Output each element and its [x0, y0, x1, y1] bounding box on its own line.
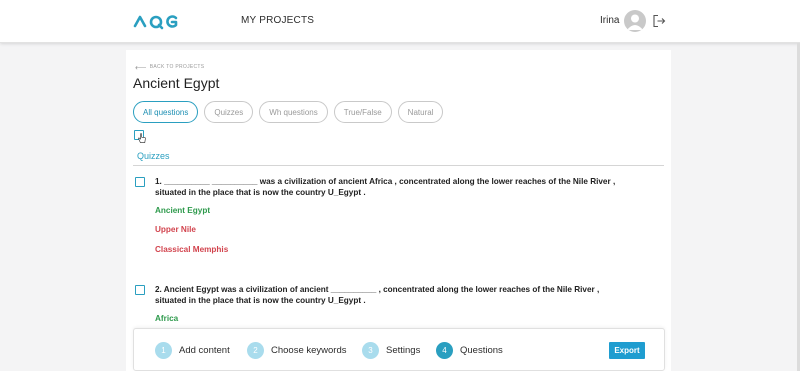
back-link-label: BACK TO PROJECTS — [149, 64, 205, 70]
filter-natural[interactable]: Natural — [397, 101, 444, 123]
filter-all-questions[interactable]: All questions — [133, 101, 199, 123]
filter-quizzes[interactable]: Quizzes — [204, 101, 254, 123]
question-2-line-1: 2. Ancient Egypt was a civilization of a… — [155, 285, 600, 294]
export-button[interactable]: Export — [609, 342, 645, 359]
question-1-line-2: situated in the place that is now the co… — [155, 188, 366, 197]
arrow-left-icon: ⟵ — [135, 62, 147, 72]
hand-cursor-icon — [138, 133, 146, 143]
question-1-text: 1. __________ __________ was a civilizat… — [155, 176, 665, 198]
section-label-quizzes: Quizzes — [137, 151, 170, 161]
question-1-line-1: 1. __________ __________ was a civilizat… — [155, 177, 616, 186]
step-questions[interactable]: 4 Questions — [436, 342, 503, 359]
step-label: Add content — [179, 345, 230, 356]
my-projects-link[interactable]: MY PROJECTS — [241, 15, 314, 26]
step-label: Settings — [386, 345, 421, 356]
step-settings[interactable]: 3 Settings — [362, 342, 420, 359]
question-2-checkbox[interactable] — [135, 285, 145, 295]
step-number: 1 — [155, 342, 172, 359]
logout-icon[interactable] — [652, 14, 666, 28]
user-icon — [627, 14, 643, 30]
filter-wh-questions[interactable]: Wh questions — [259, 101, 328, 123]
back-to-projects-link[interactable]: ⟵ BACK TO PROJECTS — [135, 62, 205, 72]
user-name: Irina — [600, 15, 620, 26]
step-add-content[interactable]: 1 Add content — [155, 342, 230, 359]
section-divider — [133, 165, 664, 166]
step-number: 3 — [362, 342, 379, 359]
page-title: Ancient Egypt — [133, 75, 220, 91]
step-number: 2 — [247, 342, 264, 359]
step-choose-keywords[interactable]: 2 Choose keywords — [247, 342, 347, 359]
top-navigation-bar: MY PROJECTS Irina — [0, 0, 800, 43]
workflow-stepper: 1 Add content 2 Choose keywords 3 Settin… — [133, 328, 665, 371]
step-label: Choose keywords — [271, 345, 347, 356]
filter-true-false[interactable]: True/False — [333, 101, 392, 123]
question-2-line-2: situated in the place that is now the co… — [155, 296, 366, 305]
avatar[interactable] — [624, 10, 646, 32]
question-1-checkbox[interactable] — [135, 177, 145, 187]
step-label: Questions — [460, 345, 503, 356]
step-number: 4 — [436, 342, 453, 359]
aqg-logo[interactable] — [133, 10, 179, 32]
question-1-answer-2: Upper Nile — [155, 225, 196, 234]
question-2-text: 2. Ancient Egypt was a civilization of a… — [155, 284, 665, 306]
question-1-answer-3: Classical Memphis — [155, 245, 229, 254]
question-1-answer-1: Ancient Egypt — [155, 206, 211, 215]
question-filter-tabs: All questions Quizzes Wh questions True/… — [133, 101, 444, 123]
question-2-answer-1: Africa — [155, 314, 179, 323]
